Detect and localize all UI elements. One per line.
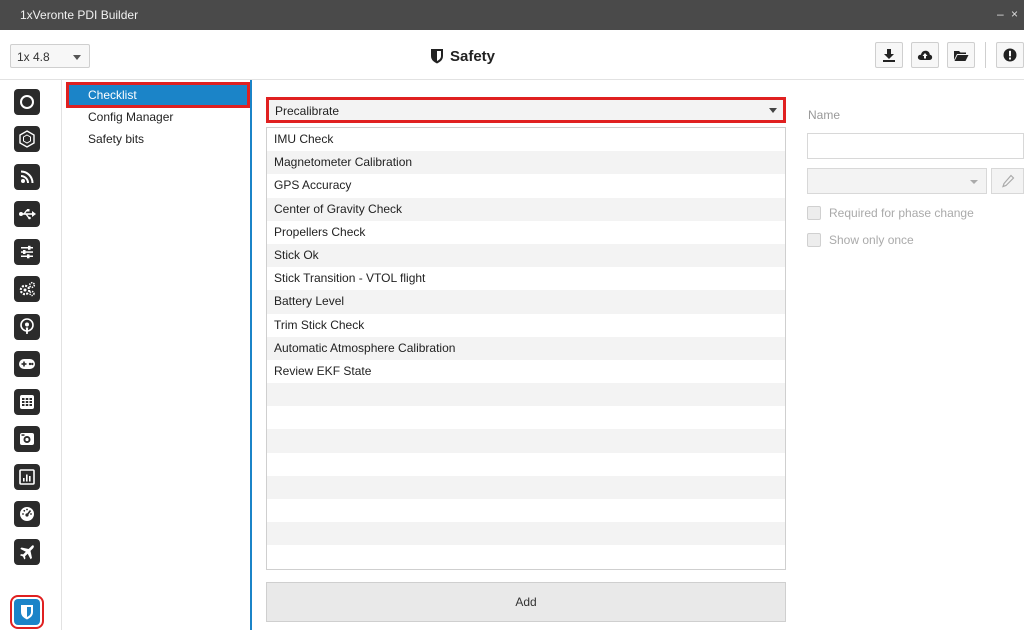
plane-icon [20,545,34,560]
title-bar: 1xVeronte PDI Builder – × [0,0,1024,30]
empty-row [267,406,785,429]
rail-item-plane[interactable] [14,539,40,565]
shield-icon [21,605,33,620]
empty-row [267,453,785,476]
header: 1x 4.8 Safety [0,30,1024,80]
subnav-item-config-manager[interactable]: Config Manager [68,106,248,128]
gamepad-icon [19,359,35,369]
download-button[interactable] [875,42,903,68]
module-rail [0,80,62,630]
list-item[interactable]: IMU Check [267,128,785,151]
list-item[interactable]: Center of Gravity Check [267,197,785,221]
info-button[interactable] [996,42,1024,68]
checklist-list: IMU Check Magnetometer Calibration GPS A… [266,127,786,570]
rail-item-bar-chart[interactable] [14,464,40,490]
rss-icon [20,170,34,184]
window-title: 1xVeronte PDI Builder [20,8,139,22]
toolbar-separator [985,42,986,68]
item-type-select[interactable] [807,168,987,194]
gears-icon [19,281,36,297]
rail-item-safety[interactable] [10,595,44,629]
name-label: Name [808,108,841,122]
sub-navigation: Checklist Config Manager Safety bits [62,80,252,630]
chevron-down-icon [73,55,81,60]
rail-item-power[interactable] [14,89,40,115]
podcast-icon [20,318,34,334]
rail-item-sliders[interactable] [14,239,40,265]
list-item[interactable]: Review EKF State [267,360,785,383]
phase-select[interactable]: Precalibrate [266,97,786,123]
edit-button[interactable] [991,168,1024,194]
required-label: Required for phase change [829,206,974,220]
version-label: 1x 4.8 [17,50,50,64]
power-icon [20,95,34,109]
open-folder-button[interactable] [947,42,975,68]
rail-item-keypad[interactable] [14,389,40,415]
show-once-checkbox[interactable]: Show only once [807,232,914,248]
add-button[interactable]: Add [266,582,786,622]
rail-item-gears[interactable] [14,276,40,302]
empty-row [267,383,785,407]
list-item[interactable]: Stick Transition - VTOL flight [267,267,785,290]
usb-icon [19,209,36,220]
chevron-down-icon [970,180,978,184]
rail-item-podcast[interactable] [14,314,40,340]
folder-open-icon [954,50,969,61]
toolbar [875,42,1024,70]
list-item[interactable]: Propellers Check [267,221,785,244]
info-icon [1003,48,1017,62]
empty-row [267,545,785,568]
pencil-icon [1001,174,1014,188]
checkbox-box[interactable] [807,233,821,247]
list-item[interactable]: GPS Accuracy [267,174,785,197]
empty-row [267,522,785,546]
rail-item-usb[interactable] [14,201,40,227]
empty-row [267,499,785,522]
name-input[interactable] [807,133,1024,159]
window-controls[interactable]: – × [997,7,1020,21]
phase-select-value: Precalibrate [275,104,340,118]
camera-icon [20,433,34,445]
show-once-label: Show only once [829,233,914,247]
rail-item-hexagon[interactable] [14,126,40,152]
list-item[interactable]: Stick Ok [267,243,785,268]
sliders-icon [21,245,33,259]
list-item[interactable]: Battery Level [267,290,785,314]
subnav-item-checklist[interactable]: Checklist [66,82,250,108]
empty-row [267,475,785,499]
cloud-button[interactable] [911,42,939,68]
required-checkbox[interactable]: Required for phase change [807,205,974,221]
rail-item-rss[interactable] [14,164,40,190]
chevron-down-icon [769,108,777,113]
gauge-icon [20,507,34,521]
empty-row [267,429,785,453]
page-title-text: Safety [450,47,496,65]
rail-item-gamepad[interactable] [14,351,40,377]
keypad-icon [20,395,34,409]
version-select[interactable]: 1x 4.8 [10,44,90,68]
shield-icon [431,49,443,64]
subnav-item-safety-bits[interactable]: Safety bits [68,128,248,150]
rail-item-gauge[interactable] [14,501,40,527]
download-icon [883,49,895,62]
hexagon-icon [19,130,35,148]
page-title: Safety [430,44,495,68]
list-item[interactable]: Magnetometer Calibration [267,151,785,175]
checkbox-box[interactable] [807,206,821,220]
rail-item-camera[interactable] [14,426,40,452]
list-item[interactable]: Automatic Atmosphere Calibration [267,336,785,360]
cloud-icon [917,50,933,60]
list-item[interactable]: Trim Stick Check [267,314,785,337]
bar-chart-icon [19,469,35,485]
